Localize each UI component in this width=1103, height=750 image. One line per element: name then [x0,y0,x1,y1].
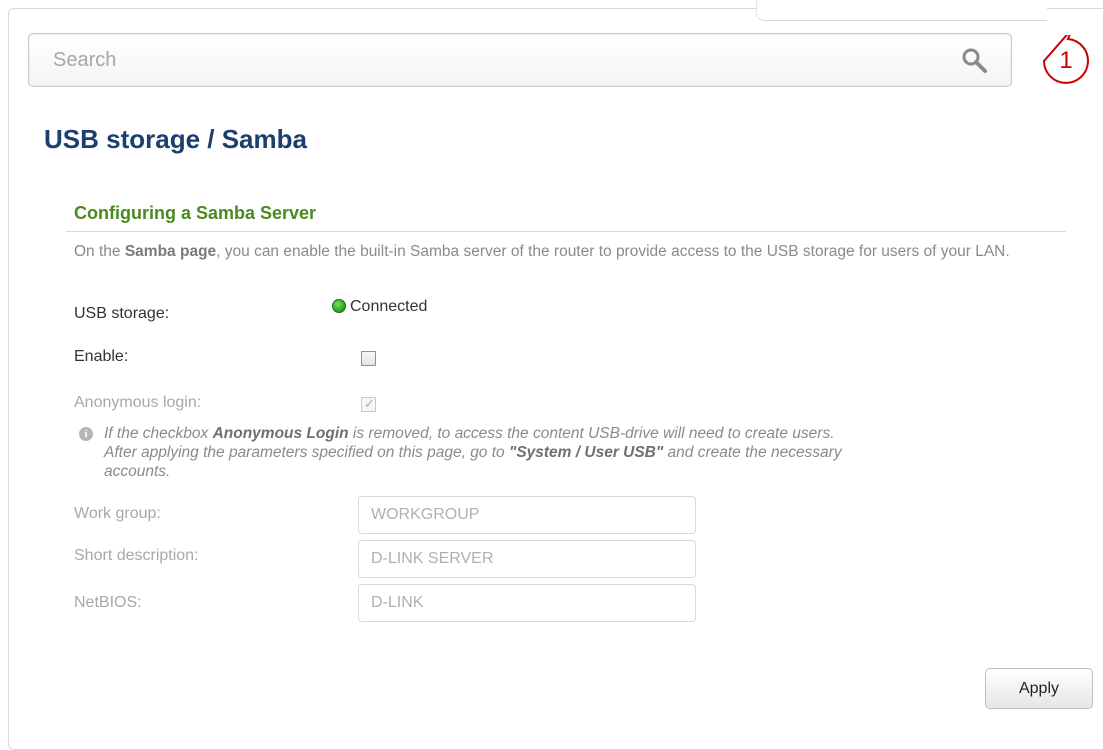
info-icon: i [79,427,93,441]
intro-bold: Samba page [124,243,217,260]
anonymous-login-note: If the checkbox Anonymous Login is remov… [104,424,864,481]
anonymous-login-label: Anonymous login: [74,394,202,411]
netbios-label: NetBIOS: [74,594,142,611]
usb-storage-label: USB storage: [74,305,170,322]
page-title: USB storage / Samba [44,124,307,154]
note-part1: If the checkbox [104,425,213,442]
anonymous-login-checkbox[interactable]: ✓ [361,396,376,412]
status-dot-icon [332,299,346,313]
search-icon[interactable] [958,44,992,78]
search-input[interactable] [29,34,973,86]
usb-storage-status: Connected [350,298,428,315]
intro-prefix: On the [74,243,125,260]
search-box[interactable] [28,33,1012,87]
section-heading: Configuring a Samba Server [74,203,317,223]
short-description-field[interactable] [358,540,696,578]
intro-suffix: , you can enable the built-in Samba serv… [216,243,1010,260]
checkmark-icon: ✓ [364,396,375,411]
short-description-label: Short description: [74,547,199,564]
enable-label: Enable: [74,348,129,365]
work-group-field[interactable] [358,496,696,534]
content-panel [8,8,1103,750]
netbios-field[interactable] [358,584,696,622]
enable-checkbox[interactable] [361,351,376,366]
note-bold1: Anonymous Login [212,425,349,442]
work-group-label: Work group: [74,505,161,522]
note-bold2: "System / User USB" [508,444,664,461]
section-divider [66,231,1066,232]
section-intro: On the Samba page, you can enable the bu… [74,242,1074,261]
callout-number: 1 [1059,47,1073,74]
top-tab-edge [756,0,1047,21]
apply-button[interactable]: Apply [985,668,1093,709]
